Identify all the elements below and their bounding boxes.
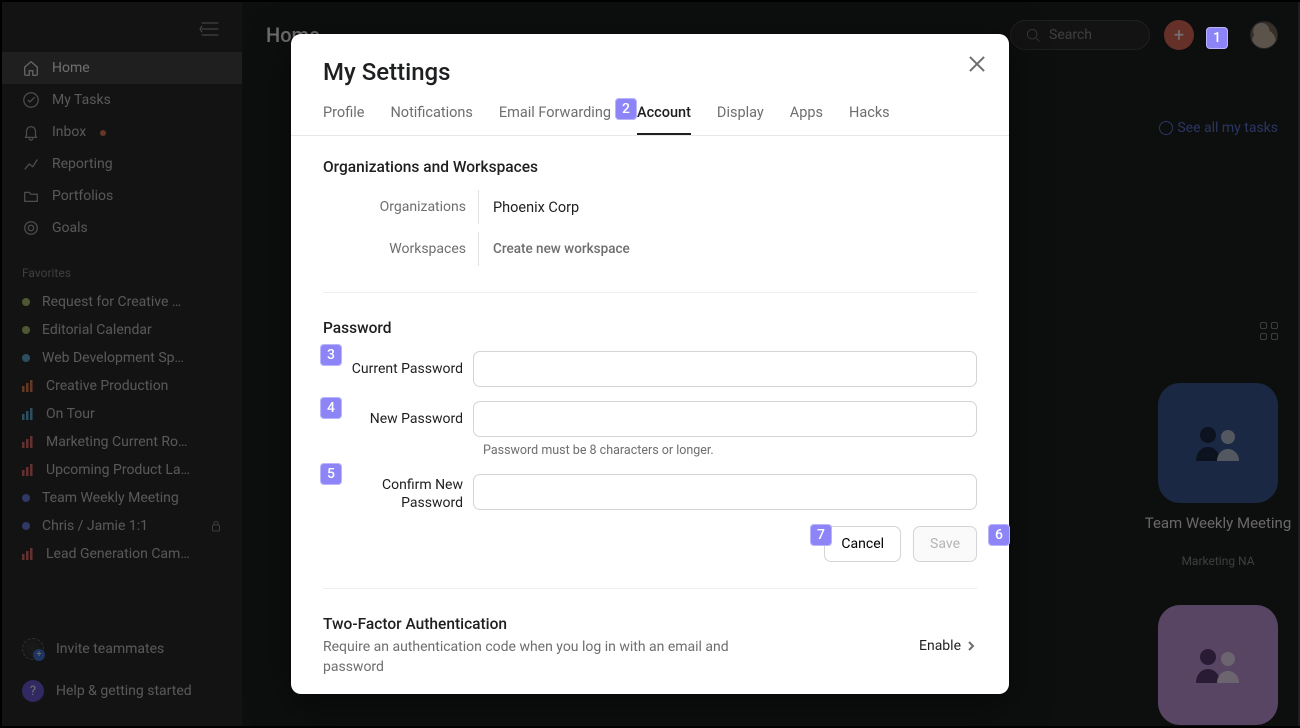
tab-display[interactable]: Display [717,104,764,135]
close-button[interactable] [967,54,987,74]
tfa-enable-button[interactable]: Enable [919,638,977,654]
workspaces-label: Workspaces [323,232,479,266]
tab-email-forwarding[interactable]: Email Forwarding [499,104,611,135]
tfa-enable-label: Enable [919,638,961,654]
new-password-label: New Password [323,401,473,437]
annotation-badge-4: 4 [320,397,342,419]
settings-modal: My Settings Profile Notifications Email … [291,34,1009,694]
tab-profile[interactable]: Profile [323,104,364,135]
annotation-badge-3: 3 [320,344,342,366]
tfa-description: Require an authentication code when you … [323,637,743,678]
tfa-title: Two-Factor Authentication [323,615,743,633]
password-hint: Password must be 8 characters or longer. [483,443,977,458]
current-password-input[interactable] [473,351,977,387]
chevron-right-icon [965,640,977,652]
organizations-value: Phoenix Corp [479,199,579,216]
settings-tabs: Profile Notifications Email Forwarding A… [291,86,1009,136]
divider [323,292,977,293]
modal-title: My Settings [323,58,977,86]
divider [323,588,977,589]
save-button[interactable]: Save [913,526,977,562]
annotation-badge-7: 7 [810,524,832,546]
confirm-password-label: Confirm New Password [323,474,473,512]
annotation-badge-1: 1 [1206,27,1228,49]
current-password-label: Current Password [323,351,473,387]
password-section-title: Password [323,319,977,337]
tab-notifications[interactable]: Notifications [390,104,472,135]
tab-hacks[interactable]: Hacks [849,104,890,135]
tab-account[interactable]: Account [637,104,691,135]
annotation-badge-5: 5 [320,463,342,485]
tab-apps[interactable]: Apps [790,104,823,135]
annotation-badge-6: 6 [988,524,1010,546]
new-password-input[interactable] [473,401,977,437]
orgs-section-title: Organizations and Workspaces [323,158,977,176]
create-workspace-link[interactable]: Create new workspace [479,241,630,257]
annotation-badge-2: 2 [615,98,637,120]
confirm-password-input[interactable] [473,474,977,510]
organizations-label: Organizations [323,190,479,224]
cancel-button[interactable]: Cancel [824,526,901,562]
